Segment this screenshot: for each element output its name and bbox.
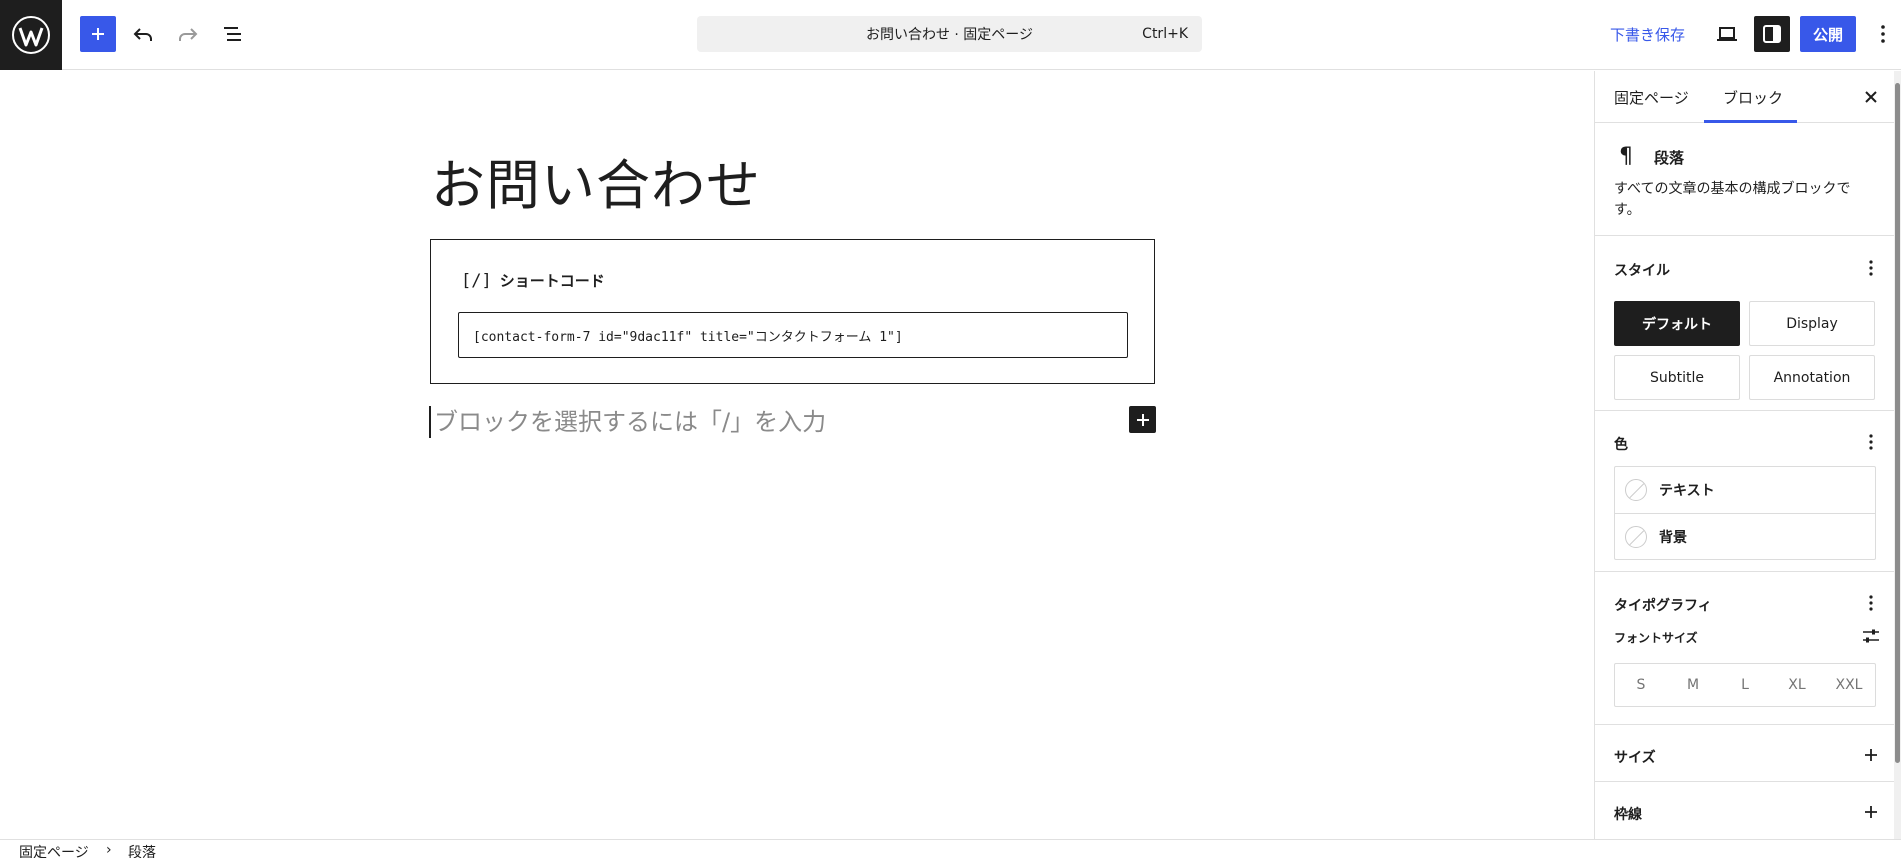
settings-sliders-icon	[1863, 629, 1879, 643]
font-size-xxl[interactable]: XXL	[1823, 664, 1875, 706]
plus-icon	[1136, 413, 1149, 426]
command-palette-bar[interactable]: お問い合わせ · 固定ページ Ctrl+K	[697, 16, 1202, 52]
add-block-button[interactable]	[1129, 406, 1156, 433]
active-tab-indicator	[1704, 120, 1797, 123]
color-list: テキスト 背景	[1614, 466, 1876, 560]
publish-button[interactable]: 公開	[1800, 16, 1856, 52]
border-panel[interactable]: 枠線	[1595, 783, 1895, 839]
more-vertical-icon	[1869, 434, 1873, 450]
more-vertical-icon	[1881, 25, 1885, 43]
settings-sidebar: 固定ページ ブロック ¶ 段落 すべての文章の基本の構成ブロックです。 スタイル…	[1594, 71, 1895, 839]
paragraph-placeholder[interactable]: ブロックを選択するには「/」を入力	[429, 406, 826, 438]
block-card: ¶ 段落 すべての文章の基本の構成ブロックです。	[1595, 124, 1895, 236]
text-color-item[interactable]: テキスト	[1615, 467, 1875, 513]
tab-page[interactable]: 固定ページ	[1614, 87, 1689, 108]
color-title: 色	[1614, 437, 1628, 453]
plus-icon	[1865, 749, 1877, 761]
sidebar-tabs: 固定ページ ブロック	[1595, 71, 1895, 123]
style-default-button[interactable]: デフォルト	[1614, 301, 1740, 346]
save-draft-button[interactable]: 下書き保存	[1610, 24, 1685, 45]
font-size-label: フォントサイズ	[1614, 631, 1698, 645]
block-card-description: すべての文章の基本の構成ブロックです。	[1614, 181, 1851, 218]
breadcrumb-page[interactable]: 固定ページ	[19, 842, 89, 858]
breadcrumb-separator-icon: ›	[106, 842, 112, 858]
custom-font-size-button[interactable]	[1859, 624, 1883, 648]
shortcode-block[interactable]: [/] ショートコード [contact-form-7 id="9dac11f"…	[430, 239, 1155, 384]
list-view-icon	[224, 27, 241, 41]
styles-options-button[interactable]	[1859, 256, 1883, 280]
desktop-preview-icon	[1717, 27, 1737, 41]
paragraph-icon: ¶	[1619, 144, 1633, 169]
undo-button[interactable]	[125, 16, 161, 52]
dimensions-title: サイズ	[1614, 750, 1656, 766]
font-size-picker: S M L XL XXL	[1614, 663, 1876, 707]
empty-color-swatch-icon	[1625, 525, 1647, 548]
style-display-button[interactable]: Display	[1749, 301, 1875, 346]
dimensions-add-button[interactable]	[1859, 743, 1883, 767]
style-annotation-button[interactable]: Annotation	[1749, 355, 1875, 400]
close-icon	[1865, 91, 1877, 103]
breadcrumb-paragraph[interactable]: 段落	[128, 842, 156, 858]
editor-header: お問い合わせ · 固定ページ Ctrl+K 下書き保存 公開	[0, 0, 1901, 70]
sidebar-scrollbar-thumb[interactable]	[1895, 83, 1900, 763]
document-overview-button[interactable]	[215, 16, 251, 52]
wordpress-logo-icon[interactable]	[0, 0, 62, 70]
font-size-s[interactable]: S	[1615, 664, 1667, 706]
shortcode-label-text: ショートコード	[499, 272, 605, 290]
shortcode-label: [/] ショートコード	[461, 270, 605, 291]
styles-title: スタイル	[1614, 263, 1670, 279]
block-breadcrumb: 固定ページ › 段落	[0, 839, 1901, 858]
document-title: お問い合わせ · 固定ページ	[865, 27, 1034, 43]
shortcut-hint: Ctrl+K	[1142, 26, 1188, 42]
font-size-m[interactable]: M	[1667, 664, 1719, 706]
shortcode-input[interactable]: [contact-form-7 id="9dac11f" title="コンタク…	[458, 312, 1128, 358]
more-vertical-icon	[1869, 595, 1873, 611]
plus-icon	[1865, 806, 1877, 818]
background-color-label: 背景	[1659, 529, 1687, 546]
border-title: 枠線	[1614, 807, 1642, 823]
plus-icon	[92, 28, 104, 40]
border-add-button[interactable]	[1859, 800, 1883, 824]
style-subtitle-button[interactable]: Subtitle	[1614, 355, 1740, 400]
redo-icon	[179, 28, 198, 41]
shortcode-icon: [/]	[461, 270, 492, 291]
close-sidebar-button[interactable]	[1859, 85, 1883, 109]
sidebar-icon	[1763, 25, 1781, 43]
styles-panel: スタイル デフォルト Display Subtitle Annotation	[1595, 237, 1895, 411]
empty-color-swatch-icon	[1625, 479, 1647, 501]
color-options-button[interactable]	[1859, 430, 1883, 454]
more-vertical-icon	[1869, 260, 1873, 276]
page-title[interactable]: お問い合わせ	[431, 141, 761, 220]
block-card-title: 段落	[1654, 149, 1685, 167]
dimensions-panel[interactable]: サイズ	[1595, 726, 1895, 782]
editor-canvas: お問い合わせ [/] ショートコード [contact-form-7 id="9…	[0, 71, 1594, 839]
font-size-l[interactable]: L	[1719, 664, 1771, 706]
undo-icon	[133, 28, 152, 41]
block-inserter-button[interactable]	[80, 16, 116, 52]
preview-button[interactable]	[1709, 16, 1745, 52]
background-color-item[interactable]: 背景	[1615, 513, 1875, 559]
typography-options-button[interactable]	[1859, 591, 1883, 615]
font-size-xl[interactable]: XL	[1771, 664, 1823, 706]
typography-panel: タイポグラフィ フォントサイズ S M L XL XXL	[1595, 573, 1895, 725]
typography-title: タイポグラフィ	[1614, 598, 1712, 614]
settings-toggle-button[interactable]	[1754, 16, 1790, 52]
options-menu-button[interactable]	[1870, 16, 1896, 52]
text-color-label: テキスト	[1659, 483, 1715, 499]
color-panel: 色 テキスト 背景	[1595, 412, 1895, 572]
redo-button[interactable]	[170, 16, 206, 52]
tab-block[interactable]: ブロック	[1723, 87, 1783, 108]
